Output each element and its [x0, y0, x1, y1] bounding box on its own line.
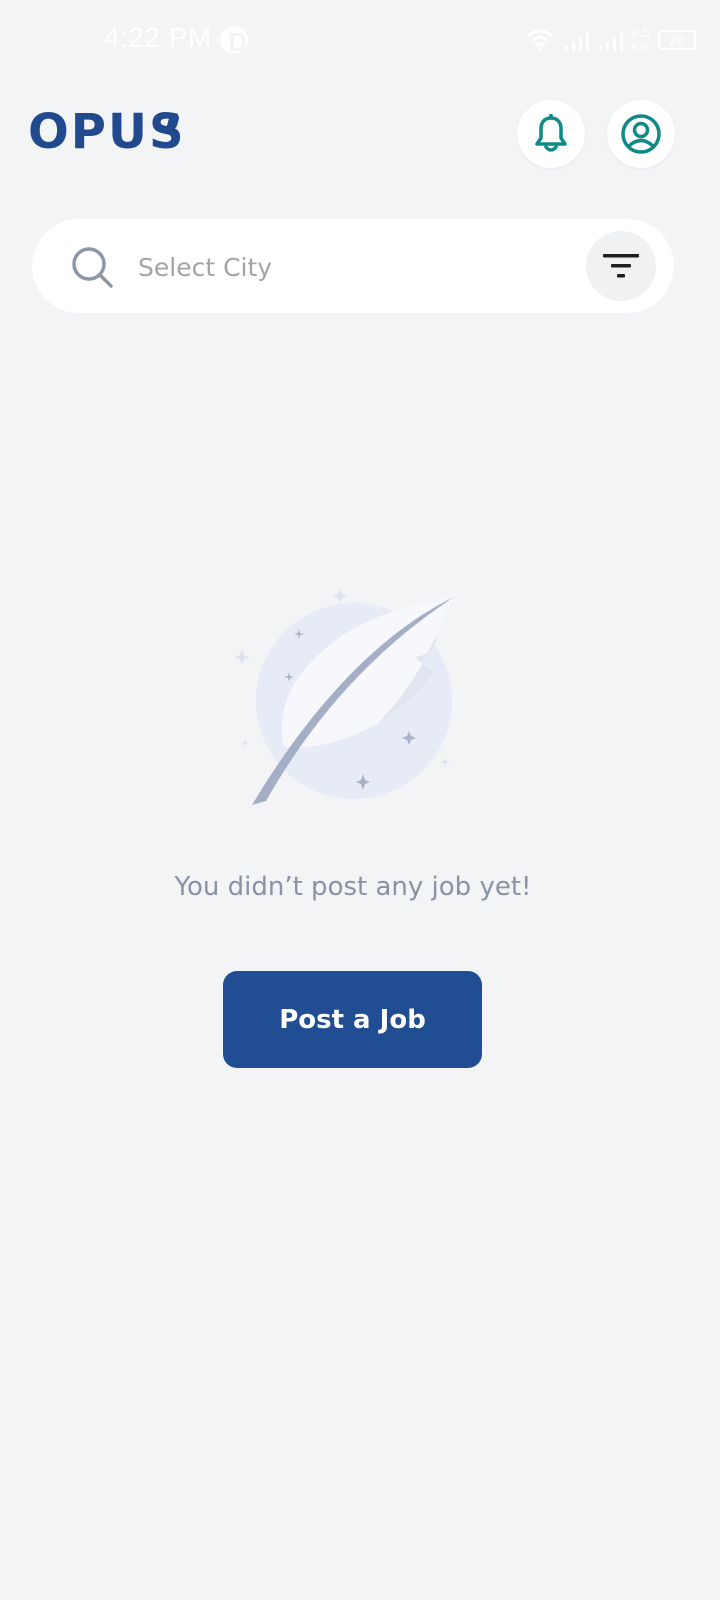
filter-button[interactable]: [586, 231, 656, 301]
search-icon: [72, 247, 113, 288]
profile-button[interactable]: [607, 100, 675, 168]
opus-logo: OPUS: [28, 104, 186, 160]
app-header: OPUS: [0, 90, 720, 178]
filter-icon: [603, 254, 639, 278]
empty-state-message: You didn’t post any job yet!: [174, 872, 532, 902]
city-search-input[interactable]: [136, 241, 560, 293]
network-speed-unit: K/s: [631, 39, 650, 54]
app-notification-icon: [220, 26, 248, 54]
battery-indicator: 26: [658, 30, 696, 50]
signal-icon-secondary: [599, 31, 624, 51]
notifications-button[interactable]: [517, 100, 585, 168]
wifi-icon: [527, 29, 554, 51]
status-time: 4:22 PM: [104, 22, 212, 53]
post-job-button[interactable]: Post a Job: [223, 971, 482, 1068]
network-speed-value: 8.5: [631, 25, 650, 40]
signal-icon: [565, 31, 590, 51]
feather-quill-illustration: [234, 589, 454, 805]
user-circle-icon: [621, 114, 661, 154]
status-indicators: 8.5 K/s 26: [525, 22, 696, 58]
status-bar: 4:22 PM 8.5 K/s 26: [0, 0, 720, 80]
city-search-bar: [32, 219, 674, 313]
bell-icon: [535, 114, 567, 152]
network-speed: 8.5 K/s: [631, 26, 650, 54]
